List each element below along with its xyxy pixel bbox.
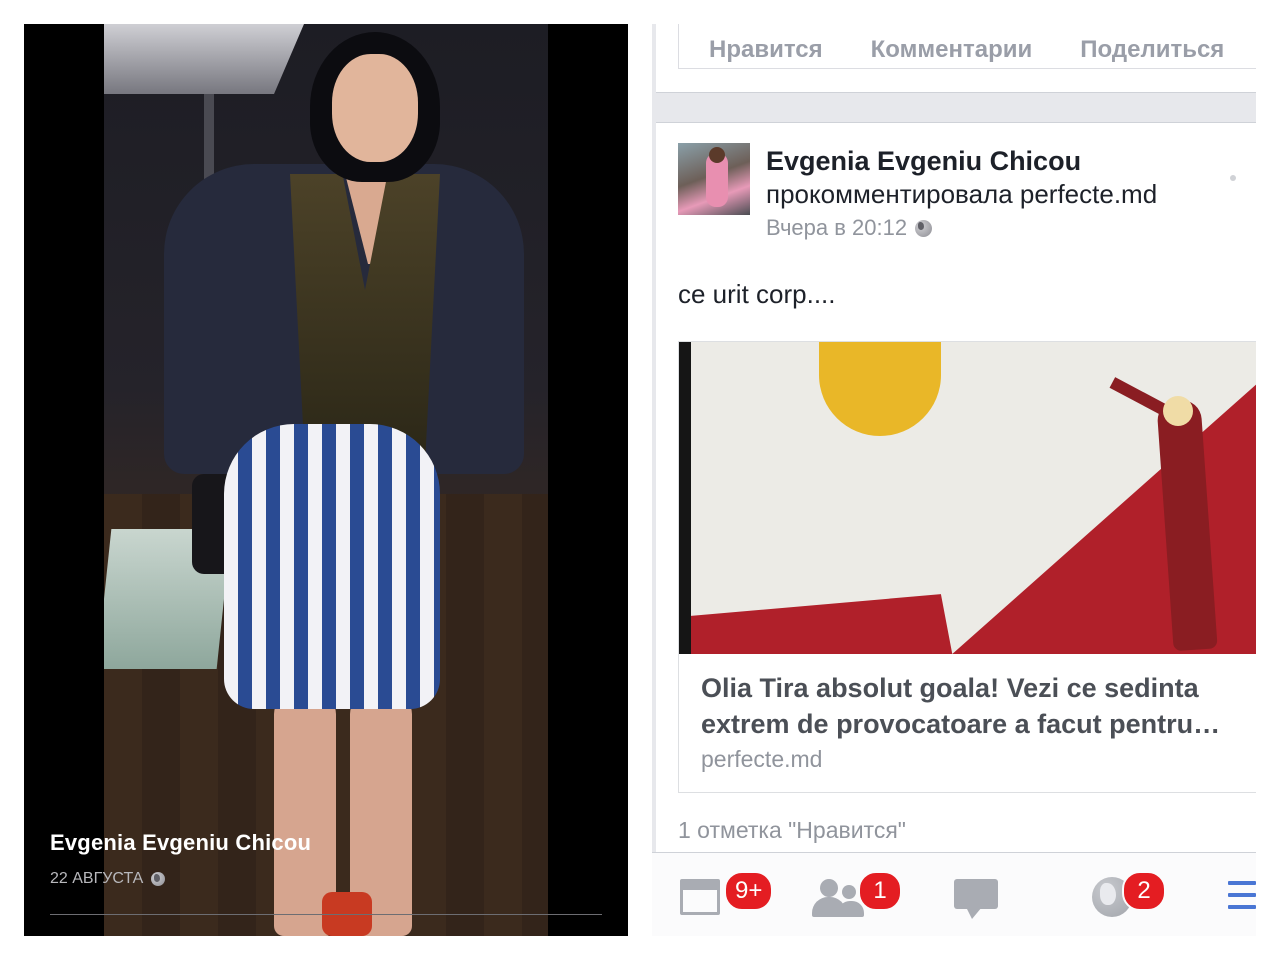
news-feed: Нравится Комментарии Поделиться Evgenia … xyxy=(652,24,1256,936)
menu-icon xyxy=(1228,881,1256,885)
comment-button[interactable]: Комментарии xyxy=(871,38,1033,62)
friend-requests-badge: 1 xyxy=(858,871,902,911)
photo-owner-name[interactable]: Evgenia Evgeniu Chicou xyxy=(50,830,602,856)
person-face xyxy=(332,54,418,162)
globe-icon-land xyxy=(1100,883,1116,905)
messages-icon xyxy=(954,879,998,909)
background-lamp xyxy=(104,24,304,94)
previous-post-actions: Нравится Комментарии Поделиться xyxy=(678,24,1256,69)
photo-date: 22 АВГУСТА xyxy=(50,870,144,887)
news-feed-icon-bar xyxy=(683,882,717,890)
post-author-name[interactable]: Evgenia Evgeniu Chicou xyxy=(766,145,1236,177)
photo-caption: Evgenia Evgeniu Chicou 22 АВГУСТА xyxy=(50,830,602,915)
globe-icon xyxy=(915,219,933,237)
friends-icon-head xyxy=(820,879,838,897)
bottom-tab-bar: 9+ 1 2 xyxy=(652,852,1256,936)
author-avatar[interactable] xyxy=(678,143,750,215)
friends-icon xyxy=(842,885,856,899)
share-button[interactable]: Поделиться xyxy=(1080,38,1224,62)
post-card: Evgenia Evgeniu Chicou прокомментировала… xyxy=(656,122,1256,853)
likes-count[interactable]: 1 отметка "Нравится" xyxy=(678,817,906,844)
person-striped-skirt xyxy=(224,424,440,709)
previous-post-card: Нравится Комментарии Поделиться xyxy=(656,24,1256,93)
photo-meta: 22 АВГУСТА xyxy=(50,870,602,888)
like-button[interactable]: Нравится xyxy=(709,38,823,62)
post-action-text: прокомментировала perfecte.md xyxy=(766,179,1158,209)
image-edge xyxy=(679,342,691,654)
globe-icon xyxy=(151,872,166,886)
link-preview-text: Olia Tira absolut goala! Vezi ce sedinta… xyxy=(701,670,1249,773)
image-figure-head xyxy=(1163,396,1193,426)
link-preview-image[interactable] xyxy=(679,342,1256,654)
post-header: Evgenia Evgeniu Chicou прокомментировала… xyxy=(766,145,1236,241)
friends-icon-torso xyxy=(812,897,846,917)
link-domain: perfecte.md xyxy=(701,746,823,772)
menu-icon-line xyxy=(1228,905,1256,909)
post-timestamp[interactable]: Вчера в 20:12 xyxy=(766,215,907,241)
post-comment-text: ce urit corp.... xyxy=(678,279,836,309)
menu-icon-line xyxy=(1228,893,1256,897)
notifications-badge: 2 xyxy=(1122,871,1166,911)
tab-notifications[interactable]: 2 xyxy=(1092,871,1166,919)
news-feed-badge: 9+ xyxy=(724,871,774,911)
avatar-figure-head xyxy=(709,147,725,163)
tab-friend-requests[interactable]: 1 xyxy=(812,871,902,919)
tab-more[interactable] xyxy=(1228,875,1256,919)
messages-icon-tail xyxy=(966,907,982,919)
post-timestamp-row: Вчера в 20:12 xyxy=(766,215,1236,241)
caption-divider xyxy=(50,914,602,915)
link-title[interactable]: Olia Tira absolut goala! Vezi ce sedinta… xyxy=(701,670,1249,742)
tab-news-feed[interactable]: 9+ xyxy=(680,871,774,919)
image-sun xyxy=(819,342,941,436)
photo-viewer: Evgenia Evgeniu Chicou 22 АВГУСТА xyxy=(24,24,628,936)
profile-photo[interactable] xyxy=(104,24,548,936)
tab-messages[interactable] xyxy=(954,875,1000,919)
link-preview-card[interactable]: Olia Tira absolut goala! Vezi ce sedinta… xyxy=(678,341,1256,793)
post-options-icon[interactable] xyxy=(1230,175,1236,181)
